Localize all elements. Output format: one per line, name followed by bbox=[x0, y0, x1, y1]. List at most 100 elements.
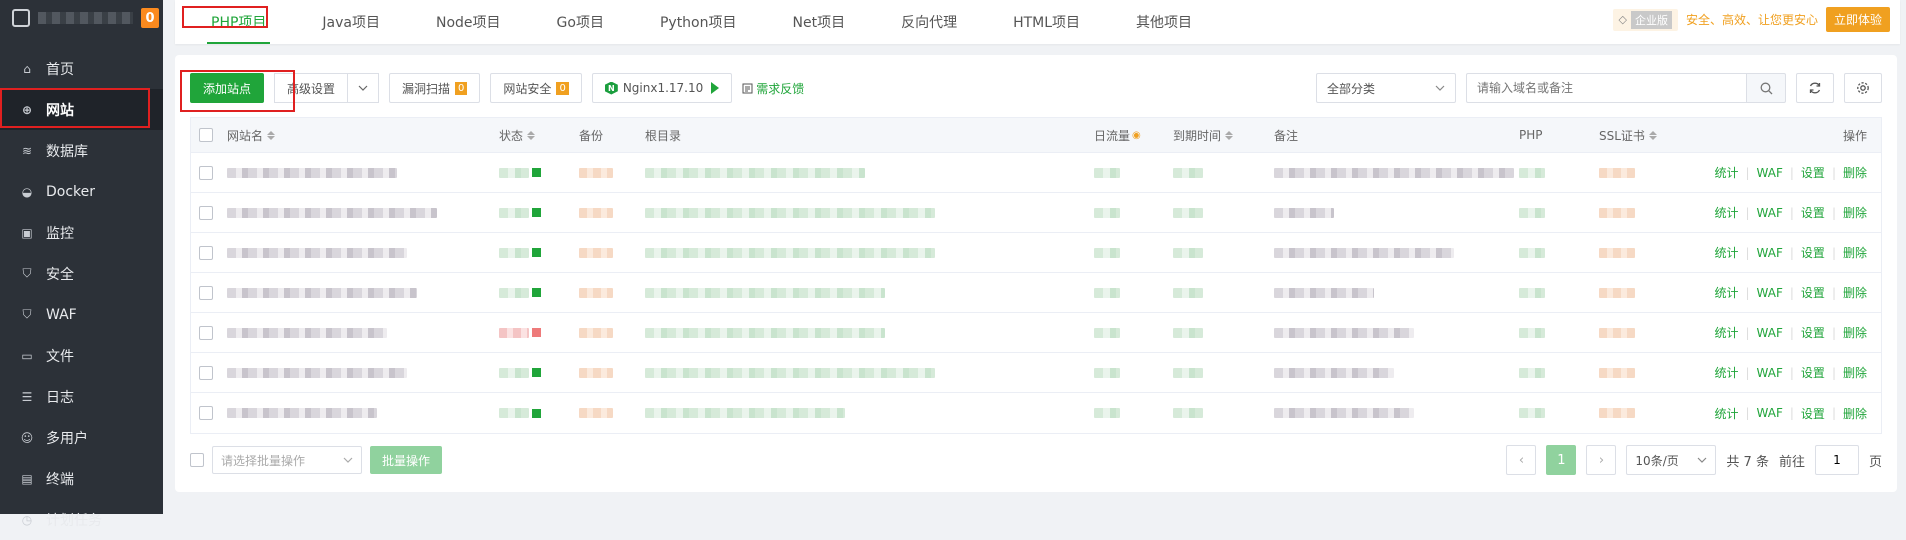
ssl-cell[interactable] bbox=[1599, 207, 1709, 218]
row-op-3[interactable]: 删除 bbox=[1843, 204, 1867, 221]
tab-0[interactable]: PHP项目 bbox=[183, 0, 294, 44]
php-cell[interactable] bbox=[1519, 287, 1599, 298]
col-name[interactable]: 网站名 bbox=[227, 127, 499, 144]
php-cell[interactable] bbox=[1519, 247, 1599, 258]
status-cell[interactable] bbox=[499, 408, 579, 418]
status-cell[interactable] bbox=[499, 367, 579, 378]
row-op-2[interactable]: 设置 bbox=[1801, 244, 1825, 261]
sidebar-item-11[interactable]: ◷ 计划任务 bbox=[0, 499, 163, 540]
site-name-cell[interactable] bbox=[227, 167, 499, 178]
expire-cell[interactable] bbox=[1173, 207, 1274, 218]
row-op-1[interactable]: WAF bbox=[1757, 246, 1783, 260]
settings-button[interactable] bbox=[1844, 73, 1882, 103]
batch-select[interactable]: 请选择批量操作 bbox=[212, 446, 362, 474]
sidebar-item-5[interactable]: ⛉ 安全 bbox=[0, 253, 163, 294]
remark-cell[interactable] bbox=[1274, 247, 1519, 258]
tab-8[interactable]: 其他项目 bbox=[1108, 0, 1220, 44]
row-op-1[interactable]: WAF bbox=[1757, 286, 1783, 300]
row-op-0[interactable]: 统计 bbox=[1714, 244, 1738, 261]
status-cell[interactable] bbox=[499, 327, 579, 338]
status-cell[interactable] bbox=[499, 247, 579, 258]
backup-cell[interactable] bbox=[579, 367, 645, 378]
row-op-2[interactable]: 设置 bbox=[1801, 405, 1825, 422]
sidebar-item-1[interactable]: ⊕ 网站 bbox=[0, 89, 163, 130]
site-security-button[interactable]: 网站安全 0 bbox=[490, 73, 582, 103]
root-dir-cell[interactable] bbox=[645, 367, 1094, 378]
expire-cell[interactable] bbox=[1173, 167, 1274, 178]
root-dir-cell[interactable] bbox=[645, 247, 1094, 258]
sidebar-item-6[interactable]: ⛉ WAF bbox=[0, 294, 163, 335]
root-dir-cell[interactable] bbox=[645, 287, 1094, 298]
ssl-cell[interactable] bbox=[1599, 367, 1709, 378]
tab-3[interactable]: Go项目 bbox=[529, 0, 632, 44]
refresh-button[interactable] bbox=[1796, 73, 1834, 103]
row-op-1[interactable]: WAF bbox=[1757, 406, 1783, 420]
status-cell[interactable] bbox=[499, 167, 579, 178]
remark-cell[interactable] bbox=[1274, 327, 1519, 338]
backup-cell[interactable] bbox=[579, 207, 645, 218]
row-op-1[interactable]: WAF bbox=[1757, 166, 1783, 180]
advanced-settings-button[interactable]: 高级设置 bbox=[274, 73, 349, 103]
site-name-cell[interactable] bbox=[227, 408, 499, 418]
next-page-button[interactable]: › bbox=[1586, 445, 1617, 475]
col-status[interactable]: 状态 bbox=[499, 127, 579, 144]
root-dir-cell[interactable] bbox=[645, 167, 1094, 178]
row-op-0[interactable]: 统计 bbox=[1714, 324, 1738, 341]
row-op-2[interactable]: 设置 bbox=[1801, 324, 1825, 341]
expire-cell[interactable] bbox=[1173, 287, 1274, 298]
add-site-button[interactable]: 添加站点 bbox=[190, 73, 265, 103]
php-cell[interactable] bbox=[1519, 207, 1599, 218]
remark-cell[interactable] bbox=[1274, 207, 1519, 218]
category-select[interactable]: 全部分类 bbox=[1316, 73, 1456, 103]
row-op-1[interactable]: WAF bbox=[1757, 366, 1783, 380]
ssl-cell[interactable] bbox=[1599, 287, 1709, 298]
row-op-2[interactable]: 设置 bbox=[1801, 284, 1825, 301]
row-op-3[interactable]: 删除 bbox=[1843, 164, 1867, 181]
search-button[interactable] bbox=[1746, 73, 1786, 103]
ssl-cell[interactable] bbox=[1599, 247, 1709, 258]
sidebar-item-4[interactable]: ▣ 监控 bbox=[0, 212, 163, 253]
php-cell[interactable] bbox=[1519, 367, 1599, 378]
ssl-cell[interactable] bbox=[1599, 167, 1709, 178]
site-name-cell[interactable] bbox=[227, 207, 499, 218]
col-traffic[interactable]: 日流量 ◉ bbox=[1094, 127, 1173, 144]
col-ssl[interactable]: SSL证书 bbox=[1599, 127, 1709, 144]
batch-action-button[interactable]: 批量操作 bbox=[370, 446, 443, 474]
row-op-0[interactable]: 统计 bbox=[1714, 284, 1738, 301]
tab-2[interactable]: Node项目 bbox=[408, 0, 529, 44]
row-checkbox[interactable] bbox=[199, 165, 213, 180]
row-op-3[interactable]: 删除 bbox=[1843, 364, 1867, 381]
page-size-select[interactable]: 10条/页 bbox=[1626, 445, 1717, 475]
php-cell[interactable] bbox=[1519, 167, 1599, 178]
tab-6[interactable]: 反向代理 bbox=[873, 0, 985, 44]
sidebar-item-0[interactable]: ⌂ 首页 bbox=[0, 48, 163, 89]
row-op-1[interactable]: WAF bbox=[1757, 326, 1783, 340]
row-op-0[interactable]: 统计 bbox=[1714, 405, 1738, 422]
tab-1[interactable]: Java项目 bbox=[294, 0, 408, 44]
notification-badge[interactable]: 0 bbox=[141, 8, 159, 28]
expire-cell[interactable] bbox=[1173, 367, 1274, 378]
ssl-cell[interactable] bbox=[1599, 408, 1709, 418]
tab-4[interactable]: Python项目 bbox=[632, 0, 765, 44]
current-page[interactable]: 1 bbox=[1546, 445, 1577, 475]
sidebar-item-7[interactable]: ▭ 文件 bbox=[0, 335, 163, 376]
select-all-checkbox[interactable] bbox=[199, 128, 213, 142]
row-checkbox[interactable] bbox=[199, 245, 213, 260]
sidebar-item-3[interactable]: ◒ Docker bbox=[0, 171, 163, 212]
row-op-0[interactable]: 统计 bbox=[1714, 204, 1738, 221]
row-op-3[interactable]: 删除 bbox=[1843, 284, 1867, 301]
search-input[interactable] bbox=[1466, 73, 1746, 103]
status-cell[interactable] bbox=[499, 287, 579, 298]
row-op-3[interactable]: 删除 bbox=[1843, 244, 1867, 261]
tab-7[interactable]: HTML项目 bbox=[985, 0, 1108, 44]
backup-cell[interactable] bbox=[579, 247, 645, 258]
remark-cell[interactable] bbox=[1274, 287, 1519, 298]
remark-cell[interactable] bbox=[1274, 367, 1519, 378]
row-checkbox[interactable] bbox=[199, 406, 213, 420]
footer-select-all-checkbox[interactable] bbox=[190, 453, 204, 467]
expire-cell[interactable] bbox=[1173, 408, 1274, 418]
sidebar-item-9[interactable]: ☺ 多用户 bbox=[0, 417, 163, 458]
php-cell[interactable] bbox=[1519, 408, 1599, 418]
remark-cell[interactable] bbox=[1274, 408, 1519, 418]
sidebar-item-8[interactable]: ☰ 日志 bbox=[0, 376, 163, 417]
